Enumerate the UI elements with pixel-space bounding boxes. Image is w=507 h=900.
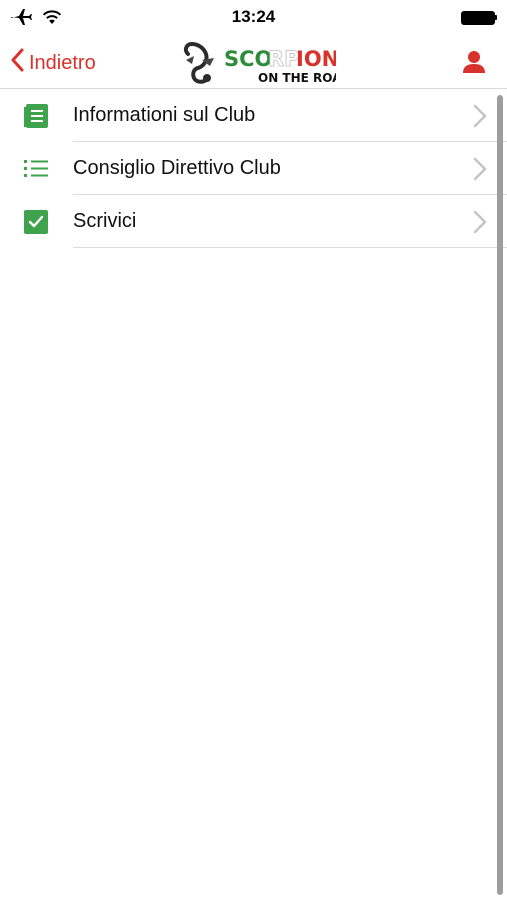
document-icon — [23, 103, 49, 129]
back-button[interactable]: Indietro — [10, 48, 96, 78]
chevron-right-icon — [473, 104, 487, 128]
row-separator — [73, 247, 507, 248]
menu-item-label: Consiglio Direttivo Club — [73, 157, 281, 179]
svg-text:SCO: SCO — [224, 47, 272, 71]
menu-item-informationi-club[interactable]: Informationi sul Club — [0, 89, 507, 142]
scorpion-icon — [183, 41, 214, 84]
svg-text:ON THE ROAD: ON THE ROAD — [258, 71, 336, 85]
menu-item-label: Informationi sul Club — [73, 104, 256, 126]
battery-icon — [461, 11, 497, 25]
svg-text:RP: RP — [268, 47, 300, 71]
scrollbar[interactable] — [497, 95, 503, 895]
user-icon — [461, 51, 487, 79]
profile-button[interactable] — [461, 49, 487, 75]
chevron-right-icon — [473, 210, 487, 234]
status-time: 13:24 — [231, 7, 276, 26]
menu-item-consiglio-direttivo[interactable]: Consiglio Direttivo Club — [0, 142, 507, 195]
menu-list: Informationi sul Club Consiglio Direttiv… — [0, 89, 507, 248]
menu-item-scrivici[interactable]: Scrivici — [0, 195, 507, 248]
svg-text:IONI: IONI — [296, 47, 336, 71]
navigation-bar: Indietro SCO RP IONI ON THE ROAD — [0, 36, 507, 89]
list-icon — [23, 156, 49, 182]
menu-item-label: Scrivici — [73, 210, 137, 232]
back-label: Indietro — [29, 51, 96, 74]
status-bar: 13:24 — [0, 0, 507, 36]
chevron-left-icon — [10, 48, 29, 78]
checkbox-icon — [23, 209, 49, 235]
chevron-right-icon — [473, 157, 487, 181]
app-logo: SCO RP IONI ON THE ROAD — [180, 40, 351, 86]
